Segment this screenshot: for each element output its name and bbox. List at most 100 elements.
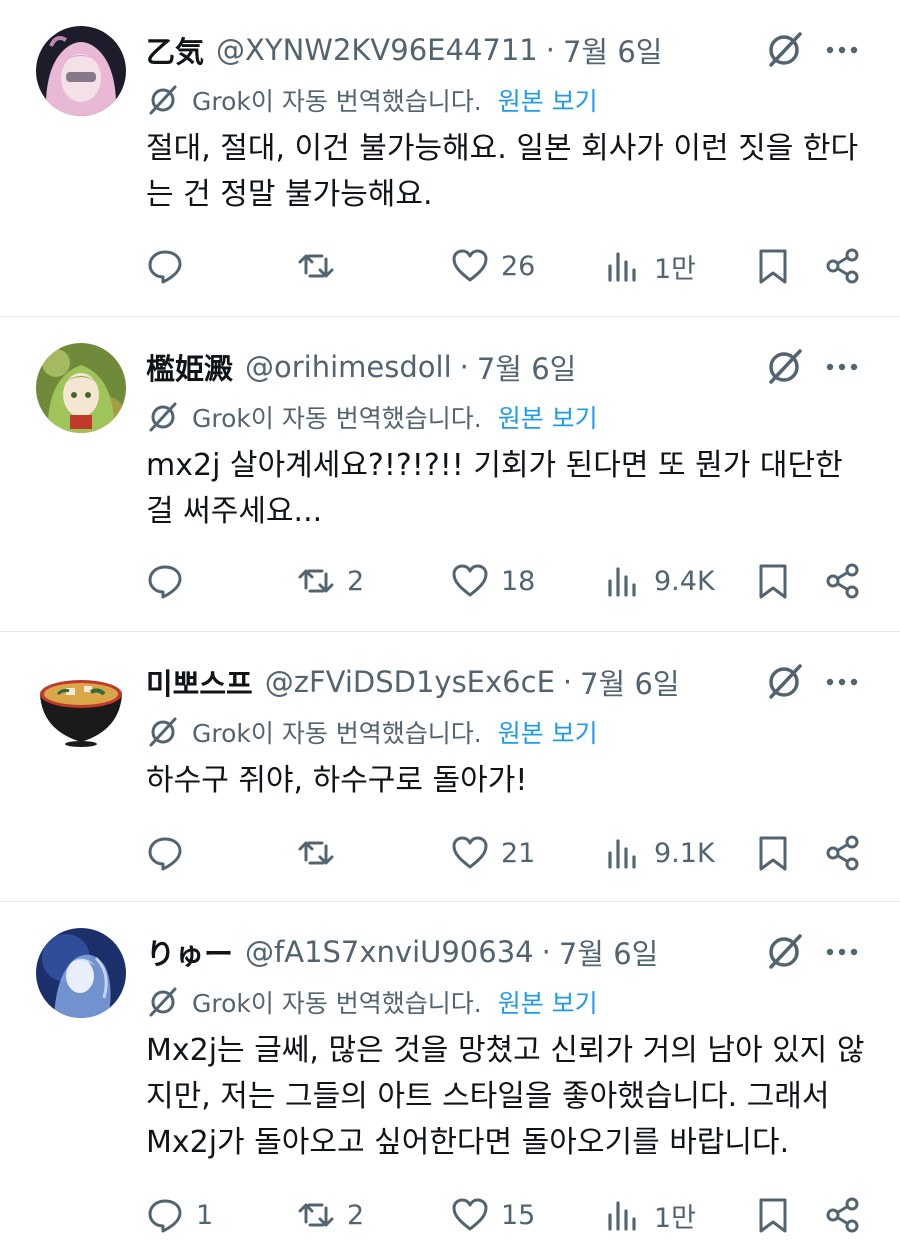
view-original-link[interactable]: 원본 보기 bbox=[498, 714, 598, 750]
share-icon bbox=[826, 835, 859, 871]
reply-icon bbox=[148, 565, 182, 599]
retweet-button[interactable]: 2 bbox=[297, 1190, 364, 1240]
tweet[interactable]: 미뽀스프 @zFViDSD1ysEx6cE · 7월 6일 Grok이 자동 번… bbox=[0, 632, 900, 900]
translation-text: Grok이 자동 번역했습니다. bbox=[192, 719, 482, 748]
share-button[interactable] bbox=[824, 828, 862, 878]
avatar[interactable] bbox=[36, 658, 126, 748]
action-bar: 2 18 9.4K bbox=[0, 556, 900, 606]
like-button[interactable]: 15 bbox=[451, 1190, 535, 1240]
views-button[interactable]: 9.1K bbox=[604, 828, 715, 878]
tweet-date[interactable]: 7월 6일 bbox=[559, 931, 658, 973]
display-name[interactable]: 미뽀스프 bbox=[146, 661, 253, 703]
bookmark-button[interactable] bbox=[754, 556, 792, 606]
translate-icon bbox=[146, 985, 180, 1019]
retweet-button[interactable]: 2 bbox=[297, 556, 364, 606]
bookmark-icon bbox=[759, 1198, 787, 1233]
views-button[interactable]: 9.4K bbox=[604, 556, 715, 606]
avatar[interactable] bbox=[36, 26, 126, 116]
display-name[interactable]: 檻姫澱 bbox=[146, 346, 233, 388]
like-icon bbox=[452, 564, 488, 597]
like-count: 15 bbox=[501, 1199, 536, 1231]
more-icon[interactable] bbox=[822, 932, 862, 972]
user-handle[interactable]: @zFViDSD1ysEx6cE bbox=[265, 665, 555, 699]
tweet-text: Mx2j는 글쎄, 많은 것을 망쳤고 신뢰가 거의 남아 있지 않 지만, 저… bbox=[146, 1033, 865, 1160]
translate-icon bbox=[146, 715, 180, 749]
translation-text: Grok이 자동 번역했습니다. bbox=[192, 989, 482, 1018]
view-count: 1만 bbox=[654, 253, 697, 285]
tweet[interactable]: 乙気 @XYNW2KV96E44711 · 7월 6일 Grok이 자동 번역했… bbox=[0, 0, 900, 316]
reply-icon bbox=[148, 837, 182, 871]
like-button[interactable]: 26 bbox=[451, 241, 535, 291]
share-button[interactable] bbox=[824, 556, 862, 606]
translate-icon bbox=[146, 400, 180, 434]
tweet-header: 乙気 @XYNW2KV96E44711 · 7월 6일 bbox=[146, 30, 662, 70]
like-icon bbox=[452, 1198, 488, 1231]
action-bar: 21 9.1K bbox=[0, 828, 900, 878]
more-icon[interactable] bbox=[822, 662, 862, 702]
share-button[interactable] bbox=[824, 1190, 862, 1240]
tweet[interactable]: 檻姫澱 @orihimesdoll · 7월 6일 Grok이 자동 번역했습니… bbox=[0, 317, 900, 630]
tweet-text: 하수구 쥐야, 하수구로 돌아가! bbox=[146, 763, 528, 798]
grok-icon[interactable] bbox=[762, 28, 806, 72]
display-name[interactable]: りゅー bbox=[146, 931, 233, 973]
avatar[interactable] bbox=[36, 343, 126, 433]
reply-button[interactable] bbox=[146, 556, 196, 606]
bookmark-button[interactable] bbox=[754, 1190, 792, 1240]
display-name[interactable]: 乙気 bbox=[146, 29, 204, 71]
like-icon bbox=[452, 836, 488, 869]
retweet-icon bbox=[298, 841, 334, 865]
bookmark-icon bbox=[759, 836, 787, 871]
separator-dot: · bbox=[459, 350, 469, 384]
grok-icon[interactable] bbox=[762, 930, 806, 974]
reply-button[interactable] bbox=[146, 828, 196, 878]
user-handle[interactable]: @fA1S7xnviU90634 bbox=[245, 935, 534, 969]
like-count: 26 bbox=[501, 250, 536, 282]
translation-notice: Grok이 자동 번역했습니다. 원본 보기 bbox=[146, 714, 598, 750]
separator-dot: · bbox=[545, 33, 555, 67]
user-handle[interactable]: @XYNW2KV96E44711 bbox=[216, 33, 538, 67]
translation-notice: Grok이 자동 번역했습니다. 원본 보기 bbox=[146, 399, 598, 435]
separator-dot: · bbox=[541, 935, 551, 969]
translation-text: Grok이 자동 번역했습니다. bbox=[192, 87, 482, 116]
reply-button[interactable]: 1 bbox=[146, 1190, 213, 1240]
bookmark-button[interactable] bbox=[754, 241, 792, 291]
like-button[interactable]: 18 bbox=[451, 556, 535, 606]
view-original-link[interactable]: 원본 보기 bbox=[498, 82, 598, 118]
like-button[interactable]: 21 bbox=[451, 828, 535, 878]
user-handle[interactable]: @orihimesdoll bbox=[245, 350, 452, 384]
translate-icon bbox=[146, 83, 180, 117]
reply-button[interactable] bbox=[146, 241, 196, 291]
like-count: 18 bbox=[501, 565, 536, 597]
reply-icon bbox=[148, 1199, 182, 1233]
view-original-link[interactable]: 원본 보기 bbox=[498, 984, 598, 1020]
separator-dot: · bbox=[562, 665, 573, 699]
share-icon bbox=[826, 1197, 859, 1233]
more-icon[interactable] bbox=[822, 30, 862, 70]
tweet-date[interactable]: 7월 6일 bbox=[563, 29, 662, 71]
view-count: 9.4K bbox=[654, 565, 715, 597]
view-original-link[interactable]: 원본 보기 bbox=[498, 399, 598, 435]
retweet-count: 2 bbox=[347, 1199, 365, 1231]
grok-icon[interactable] bbox=[762, 345, 806, 389]
avatar[interactable] bbox=[36, 928, 126, 1018]
reply-count: 1 bbox=[196, 1199, 214, 1231]
retweet-button[interactable] bbox=[297, 828, 347, 878]
like-count: 21 bbox=[501, 837, 536, 869]
more-icon[interactable] bbox=[822, 347, 862, 387]
views-icon bbox=[608, 252, 636, 282]
bookmark-button[interactable] bbox=[754, 828, 792, 878]
retweet-button[interactable] bbox=[297, 241, 347, 291]
tweet-date[interactable]: 7월 6일 bbox=[580, 661, 679, 703]
retweet-icon bbox=[298, 254, 334, 278]
action-bar: 1 2 15 1만 bbox=[0, 1190, 900, 1240]
share-button[interactable] bbox=[824, 241, 862, 291]
grok-icon[interactable] bbox=[762, 660, 806, 704]
views-button[interactable]: 1만 bbox=[604, 1190, 696, 1240]
share-icon bbox=[826, 248, 859, 284]
tweet-date[interactable]: 7월 6일 bbox=[477, 346, 576, 388]
views-icon bbox=[608, 1201, 636, 1231]
views-icon bbox=[608, 839, 636, 869]
tweet-header: 미뽀스프 @zFViDSD1ysEx6cE · 7월 6일 bbox=[146, 662, 680, 702]
tweet[interactable]: りゅー @fA1S7xnviU90634 · 7월 6일 Grok이 자동 번역… bbox=[0, 902, 900, 1260]
views-button[interactable]: 1만 bbox=[604, 241, 696, 291]
